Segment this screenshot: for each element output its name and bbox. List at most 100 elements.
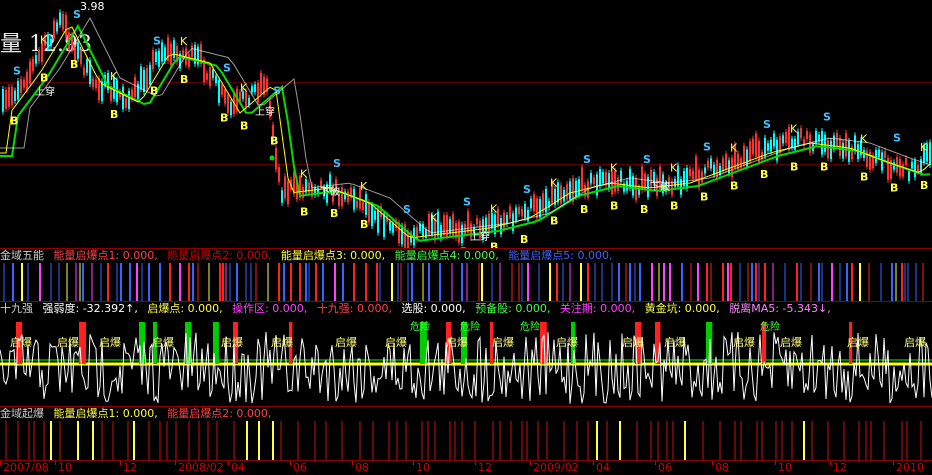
buy-marker: B [10,115,18,128]
energy-five-panel[interactable]: 金域五能 能量启爆点1: 0.000, 能量启爆点2: 0.000, 能量启爆点… [0,249,932,301]
candle-body [914,160,916,178]
candle-body [341,187,343,207]
candle-body [485,217,487,232]
axis-tick-mark [413,461,414,465]
candle-body [5,89,7,109]
candle-body [254,84,256,93]
candle-body [827,140,829,159]
sell-marker: S [583,153,591,166]
buy-marker: B [150,85,158,98]
buy-marker: B [790,161,798,174]
candle-body [674,179,676,187]
candle-body [125,98,127,108]
candle-body [590,173,592,184]
axis-tick-mark [475,461,476,465]
candle-body [224,89,226,104]
candle-body [836,132,838,147]
candle-body [644,173,646,190]
buy-marker: B [490,241,498,249]
energy-burst-panel[interactable]: 金域起爆 能量启爆点1: 0.000, 能量启爆点2: 0.000, [0,407,932,460]
k-marker: K [670,161,678,174]
qibao-label: 启爆 [335,335,357,349]
candle-body [209,66,211,86]
axis-tick-mark [655,461,656,465]
axis-tick-mark [593,461,594,465]
buy-marker: B [890,181,898,194]
candle-body [908,171,910,181]
candle-body [38,50,40,62]
candle-body [866,150,868,167]
candle-body [65,15,67,38]
candle-body [884,151,886,158]
candle-body [527,209,529,221]
candle-body [8,87,10,107]
axis-tick-mark [0,461,1,465]
buy-marker: B [40,71,48,84]
candle-body [164,47,166,61]
buy-marker: B [360,218,368,231]
buy-marker: B [820,161,828,174]
candle-body [467,211,469,233]
axis-tick-label: 04 [596,461,610,474]
candle-body [521,208,523,217]
sell-marker: S [273,85,281,98]
candle-body [773,133,775,147]
candle-body [23,79,25,88]
candle-body [188,54,190,67]
candle-body [563,189,565,202]
axis-tick-mark [120,461,121,465]
price-panel[interactable]: B S B K B S B K B S B K B S B K B S B K B S B K B S B K B S B K B S B K B S B K… [0,0,932,248]
candle-body [308,182,310,193]
candle-body [374,210,376,220]
buy-marker: B [330,207,338,220]
candle-body [707,160,709,168]
buy-marker: B [220,111,228,124]
candle-body [749,141,751,162]
k-marker: K [920,141,928,154]
sell-marker: S [223,61,231,74]
nineteen-strong-panel[interactable]: 十九强 强弱度: -32.392↑, 启爆点: 0.000, 操作区: 0.00… [0,302,932,406]
candle-body [878,149,880,158]
candle-body [530,198,532,209]
sell-marker: S [703,141,711,154]
candle-body [17,80,19,100]
candle-body [356,200,358,208]
buy-marker: B [670,199,678,212]
cross-down-label: 下破 [650,180,670,193]
price-chart-svg: B S B K B S B K B S B K B S B K B S B K B S B K B S B K B S B K B S B K B S B K… [0,8,931,249]
candle-body [227,94,229,113]
axis-tick-mark [175,461,176,465]
candle-body [206,73,208,80]
sell-marker: S [763,118,771,131]
candle-body [59,12,61,25]
candle-body [191,45,193,57]
sell-marker: S [523,183,531,196]
candle-body [29,61,31,84]
buy-marker: B [180,73,188,86]
candle-body [800,128,802,139]
buy-marker: B [520,233,528,246]
candle-body [929,142,931,165]
buy-marker: B [610,199,618,212]
candle-body [281,190,283,203]
k-marker: K [730,141,738,154]
nineteen-strong-chart: 启爆 启爆 启爆 启爆 启爆 启爆 启爆 启爆 启爆 启爆 启爆 启爆 启爆 启爆 启爆 启爆 启爆危险 危险 危险… [0,320,932,404]
buy-marker: B [860,171,868,184]
qibao-label: 启爆 [780,335,802,349]
axis-tick-mark [893,461,894,465]
qibao-label: 启爆 [221,335,243,349]
buy-marker: B [110,108,118,121]
candle-body [320,180,322,187]
candle-body [461,224,463,244]
candle-body [755,133,757,157]
axis-tick-mark [775,461,776,465]
candle-body [875,149,877,163]
candle-body [377,209,379,233]
qibao-label: 启爆 [492,335,514,349]
danger-label: 危险 [460,320,480,333]
qibao-label: 启爆 [10,335,32,349]
candle-body [845,133,847,157]
candle-body [362,202,364,210]
axis-tick-mark [290,461,291,465]
candle-body [143,69,145,93]
